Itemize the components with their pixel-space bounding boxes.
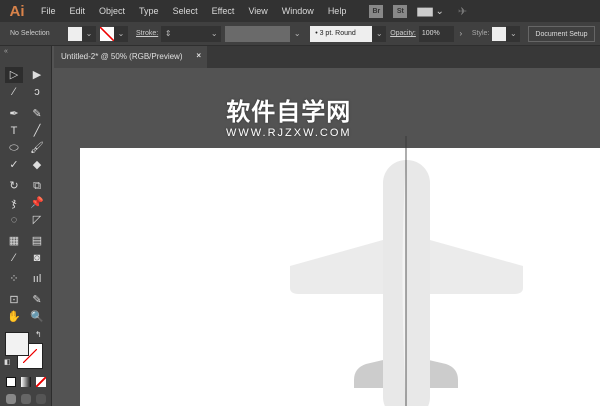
menu-view[interactable]: View (248, 6, 267, 16)
brush-dropdown[interactable]: ⌄ (372, 25, 387, 42)
hand-tool[interactable]: ✋ (5, 309, 23, 325)
artboard-tool[interactable]: ⊡ (5, 292, 23, 308)
shaper-tool[interactable]: ✓ (5, 157, 23, 173)
control-bar: No Selection ⌄ ⌄ Stroke: ⇕ ⌄ ⌄ • 3 pt. R… (0, 22, 600, 46)
magic-wand-tool[interactable]: ⁄ (5, 84, 23, 100)
stroke-dropdown[interactable]: ⌄ (114, 25, 128, 42)
menu-window[interactable]: Window (282, 6, 314, 16)
workspace-icon[interactable]: ▆▆ ⌄ (417, 6, 444, 17)
profile-dropdown[interactable]: ⌄ (290, 25, 305, 42)
panel-collapse[interactable]: « (4, 48, 8, 55)
stroke-swatch[interactable] (100, 26, 114, 41)
airplane-fuselage (383, 160, 430, 406)
none-mode-button[interactable] (36, 377, 46, 387)
menu-help[interactable]: Help (328, 6, 347, 16)
opacity-input[interactable]: 100% (418, 25, 454, 42)
lasso-tool[interactable]: ↄ (28, 84, 46, 100)
brush-value: 3 pt. Round (319, 29, 356, 37)
app-logo: Ai (9, 2, 25, 20)
ellipse-tool[interactable]: ⬭ (5, 140, 23, 156)
puppet-warp-tool[interactable]: 📌 (28, 195, 46, 211)
opacity-label: Opacity: (390, 30, 416, 37)
stroke-weight-dropdown[interactable]: ⌄ (207, 25, 222, 42)
document-tab-title: Untitled-2* @ 50% (RGB/Preview) (61, 52, 183, 61)
gradient-tool[interactable]: ▤ (28, 233, 46, 249)
sync-icon[interactable]: ✈ (458, 5, 467, 18)
document-tab[interactable]: Untitled-2* @ 50% (RGB/Preview) × (54, 46, 207, 68)
watermark-url: WWW.RJZXW.COM (226, 127, 352, 139)
color-mode-button[interactable] (6, 377, 16, 387)
pen-tool[interactable]: ✒ (5, 106, 23, 122)
direct-selection-tool[interactable]: ▶ (28, 67, 46, 83)
document-tab-bar: Untitled-2* @ 50% (RGB/Preview) × (54, 46, 600, 68)
watermark: 软件自学网 WWW.RJZXW.COM (226, 92, 352, 139)
stroke-label: Stroke: (136, 30, 159, 37)
canvas[interactable]: 软件自学网 WWW.RJZXW.COM (54, 68, 600, 406)
menu-select[interactable]: Select (173, 6, 198, 16)
column-graph-tool[interactable]: ııl (28, 271, 46, 287)
draw-inside-button[interactable] (36, 394, 46, 404)
stroke-weight-input[interactable] (175, 25, 208, 42)
slice-tool[interactable]: ✎ (28, 292, 46, 308)
symbol-sprayer-tool[interactable]: ⁘ (5, 271, 23, 287)
scale-tool[interactable]: ⧉ (28, 178, 46, 194)
zoom-tool[interactable]: 🔍 (28, 309, 46, 325)
fill-color-box[interactable] (5, 332, 29, 356)
type-tool[interactable]: T (5, 123, 23, 139)
bridge-button[interactable]: Br (369, 4, 384, 18)
default-colors-icon[interactable]: ◧ (4, 358, 11, 366)
perspective-grid-tool[interactable]: ◸ (28, 212, 46, 228)
menu-bar: Ai File Edit Object Type Select Effect V… (0, 0, 600, 22)
style-label: Style: (471, 30, 490, 37)
style-dropdown[interactable]: ⌄ (506, 25, 521, 42)
eraser-tool[interactable]: ◆ (28, 157, 46, 173)
curvature-tool[interactable]: ✎ (28, 106, 46, 122)
toolbar: « ▷ ▶ ⁄ ↄ ✒ ✎ T ╱ ⬭ 🖌 ✓ ◆ ↻ ⧉ ჯ 📌 ◌ ◸ ▦ … (0, 46, 52, 406)
menu-type[interactable]: Type (139, 6, 159, 16)
brush-select[interactable]: • 3 pt. Round (310, 25, 373, 42)
menu-object[interactable]: Object (99, 6, 125, 16)
opacity-arrow[interactable]: › (453, 25, 468, 42)
warp-tool[interactable]: ჯ (5, 195, 23, 211)
menu-edit[interactable]: Edit (70, 6, 86, 16)
document-setup-button[interactable]: Document Setup (528, 25, 595, 42)
mesh-tool[interactable]: ▦ (5, 233, 23, 249)
eyedropper-tool[interactable]: ⁄ (5, 250, 23, 266)
stroke-stepper[interactable]: ⇕ (161, 25, 176, 42)
draw-normal-button[interactable] (6, 394, 16, 404)
fill-swatch[interactable] (68, 26, 82, 41)
blend-tool[interactable]: ◙ (28, 250, 46, 266)
line-tool[interactable]: ╱ (28, 123, 46, 139)
gradient-mode-button[interactable] (21, 377, 31, 387)
fill-dropdown[interactable]: ⌄ (82, 25, 96, 42)
menu-file[interactable]: File (41, 6, 56, 16)
watermark-title: 软件自学网 (226, 99, 352, 126)
style-swatch[interactable] (492, 26, 507, 41)
close-tab-icon[interactable]: × (196, 51, 201, 60)
shape-builder-tool[interactable]: ◌ (5, 212, 23, 228)
menu-effect[interactable]: Effect (212, 6, 235, 16)
paintbrush-tool[interactable]: 🖌 (28, 140, 46, 156)
swap-colors-icon[interactable]: ↰ (35, 330, 42, 339)
stock-button[interactable]: St (393, 4, 408, 18)
variable-width-profile[interactable] (225, 25, 291, 42)
draw-behind-button[interactable] (21, 394, 31, 404)
selection-status: No Selection (10, 30, 50, 37)
rotate-tool[interactable]: ↻ (5, 178, 23, 194)
selection-tool[interactable]: ▷ (5, 67, 23, 83)
